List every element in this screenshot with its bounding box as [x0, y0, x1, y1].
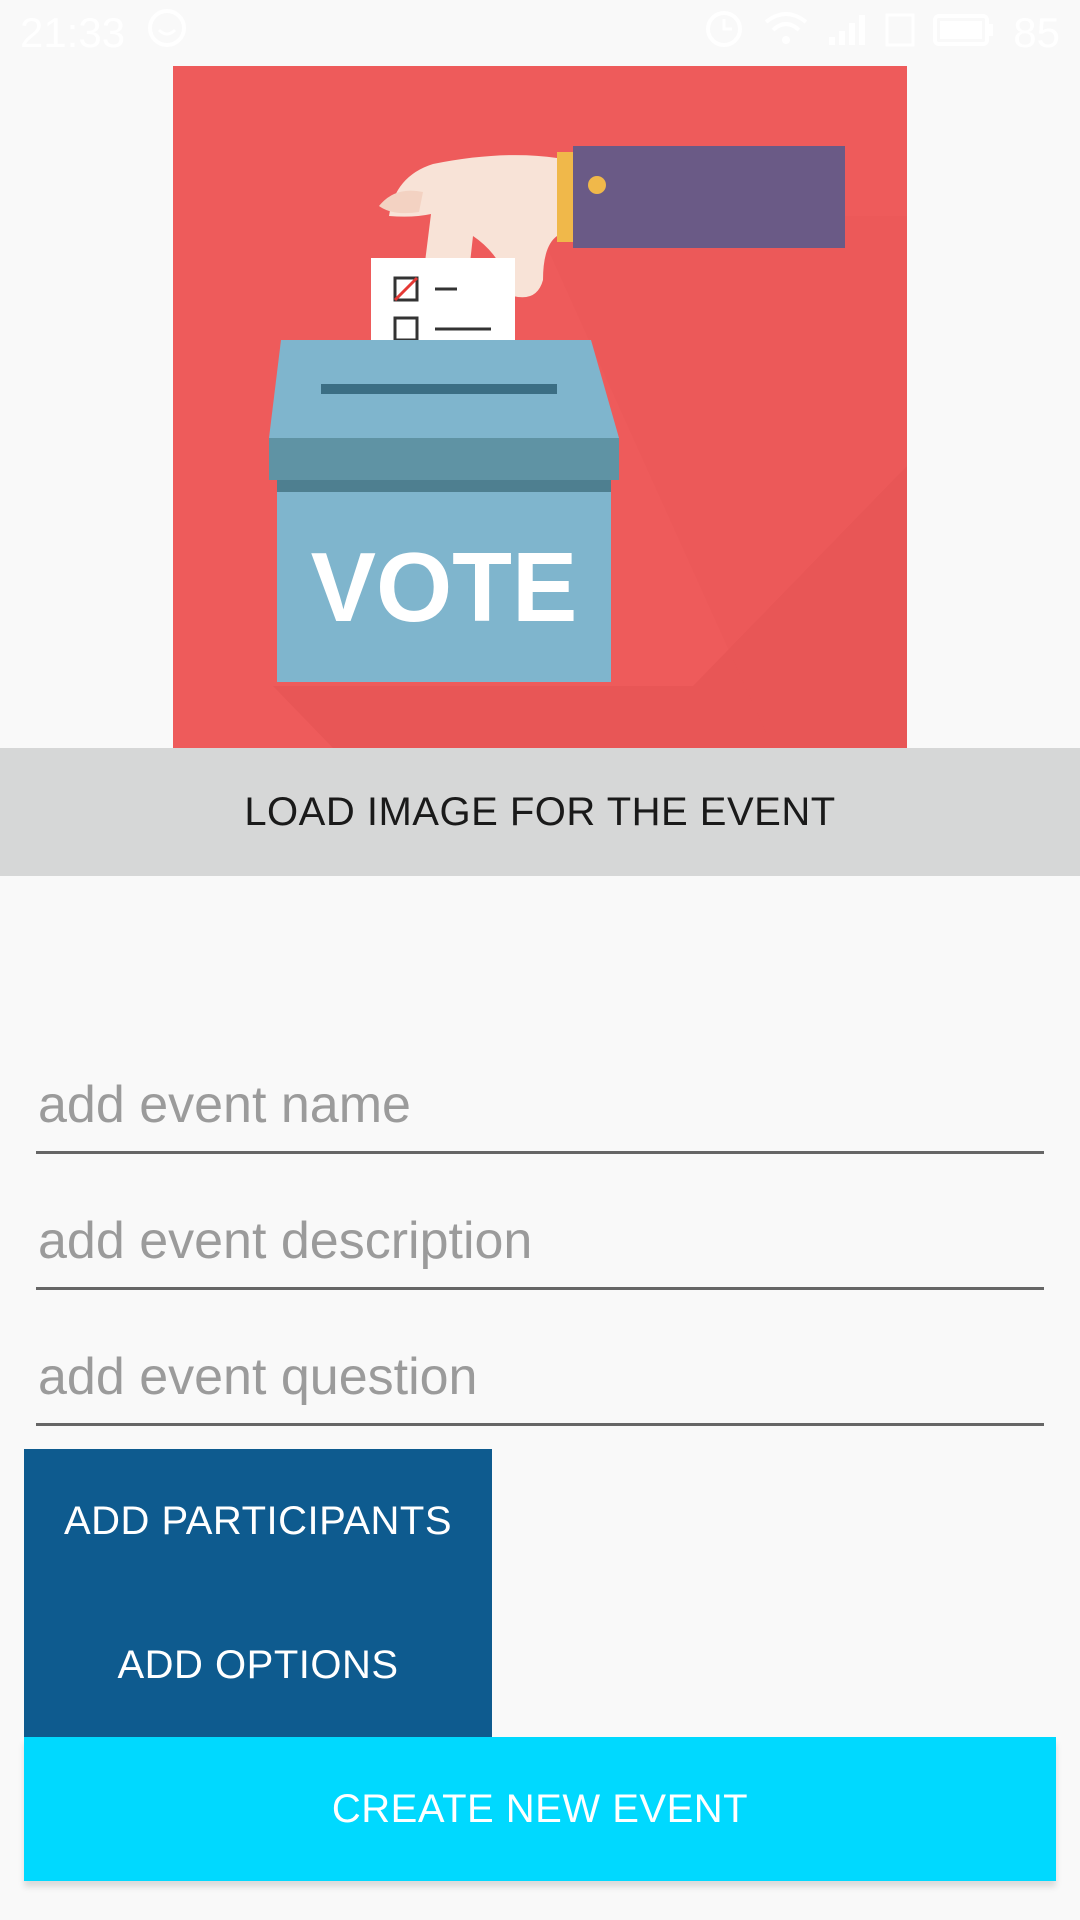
notification-face-icon: [147, 8, 187, 58]
event-image[interactable]: VOTE: [173, 66, 907, 748]
status-bar: 21:33 85: [0, 0, 1080, 66]
wifi-icon: [763, 8, 809, 58]
create-new-event-button[interactable]: CREATE NEW EVENT: [24, 1737, 1056, 1881]
event-question-input[interactable]: [36, 1330, 1044, 1426]
battery-icon: [933, 9, 995, 57]
event-description-input[interactable]: [36, 1194, 1044, 1290]
event-name-input[interactable]: [36, 1058, 1044, 1154]
add-participants-button[interactable]: ADD PARTICIPANTS: [24, 1449, 492, 1593]
vote-box-label: VOTE: [311, 532, 578, 642]
add-options-button[interactable]: ADD OPTIONS: [24, 1593, 492, 1737]
load-image-button[interactable]: LOAD IMAGE FOR THE EVENT: [0, 748, 1080, 876]
signal-icon: [827, 9, 867, 57]
battery-level: 85: [1013, 9, 1060, 56]
status-time: 21:33: [20, 9, 126, 56]
alarm-icon: [703, 7, 745, 59]
signal-4g-icon: [885, 9, 915, 57]
